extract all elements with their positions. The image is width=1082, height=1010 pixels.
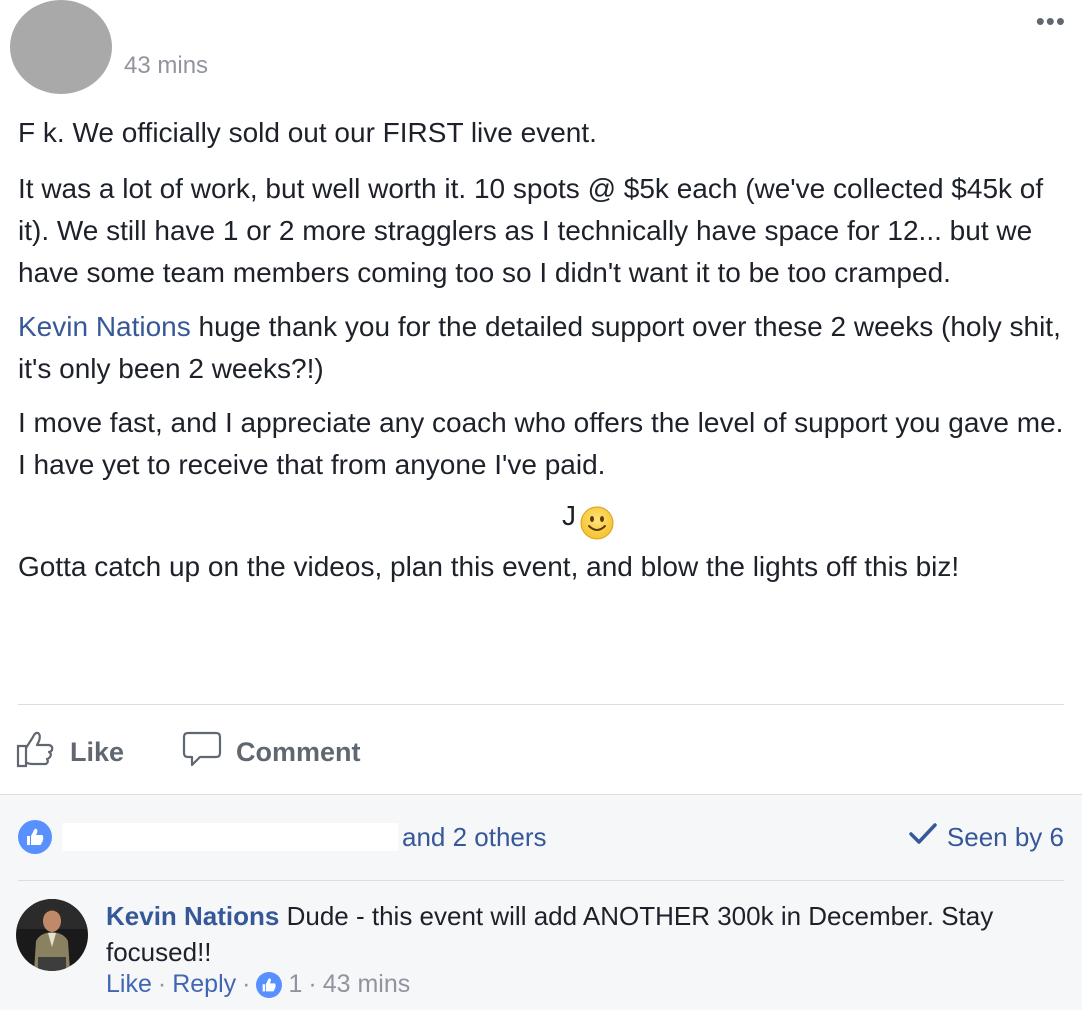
more-options-icon[interactable]: •••: [1036, 6, 1066, 37]
author-name-redacted: [124, 30, 284, 42]
mention-link[interactable]: Kevin Nations: [18, 311, 191, 342]
reactions-summary[interactable]: and 2 others: [18, 820, 547, 854]
post-line-4: I move fast, and I appreciate any coach …: [18, 407, 1064, 480]
divider: [18, 880, 1064, 881]
like-reaction-icon[interactable]: [256, 971, 283, 998]
comment-meta: Like · Reply · 1 · 43 mins: [106, 970, 410, 999]
like-label: Like: [70, 736, 125, 767]
comment-text: Kevin Nations Dude - this event will add…: [106, 898, 1056, 970]
like-reaction-icon: [18, 820, 52, 854]
comment-like-link[interactable]: Like: [106, 970, 152, 999]
checkmark-icon: [909, 822, 947, 853]
j-character: J: [562, 500, 576, 531]
liker-names-redacted: [62, 823, 398, 851]
seen-by[interactable]: Seen by 6: [909, 822, 1064, 853]
seen-by-label: Seen by 6: [946, 822, 1064, 852]
comment-like-count: 1: [288, 970, 303, 998]
like-button[interactable]: Like: [16, 729, 124, 776]
action-bar: Like Comment: [16, 726, 419, 778]
comment-label: Comment: [236, 736, 361, 767]
thumbs-up-icon: [16, 729, 70, 776]
post-line-2: It was a lot of work, but well worth it.…: [18, 173, 1044, 288]
post-line-1: F k. We officially sold out our FIRST li…: [18, 117, 597, 148]
commenter-name[interactable]: Kevin Nations: [106, 901, 279, 931]
speech-bubble-icon: [182, 729, 236, 776]
separator-dot: ·: [157, 970, 167, 998]
comment-reply-link[interactable]: Reply: [172, 970, 236, 999]
commenter-avatar[interactable]: [16, 899, 88, 971]
comment-button[interactable]: Comment: [182, 729, 361, 776]
post-timestamp[interactable]: 43 mins: [124, 52, 208, 80]
post-line-5: Gotta catch up on the videos, plan this …: [18, 551, 960, 582]
smiley-icon: [580, 501, 614, 540]
divider: [18, 704, 1064, 705]
others-link[interactable]: and 2 others: [402, 822, 547, 853]
comment-time[interactable]: 43 mins: [323, 970, 411, 999]
emoji-line: J: [18, 486, 1068, 546]
post-body: F k. We officially sold out our FIRST li…: [18, 112, 1068, 588]
separator-dot: ·: [308, 970, 317, 998]
author-avatar[interactable]: [10, 0, 112, 94]
post-line-3: Kevin Nations huge thank you for the det…: [18, 306, 1068, 390]
separator-dot: ·: [242, 970, 251, 998]
